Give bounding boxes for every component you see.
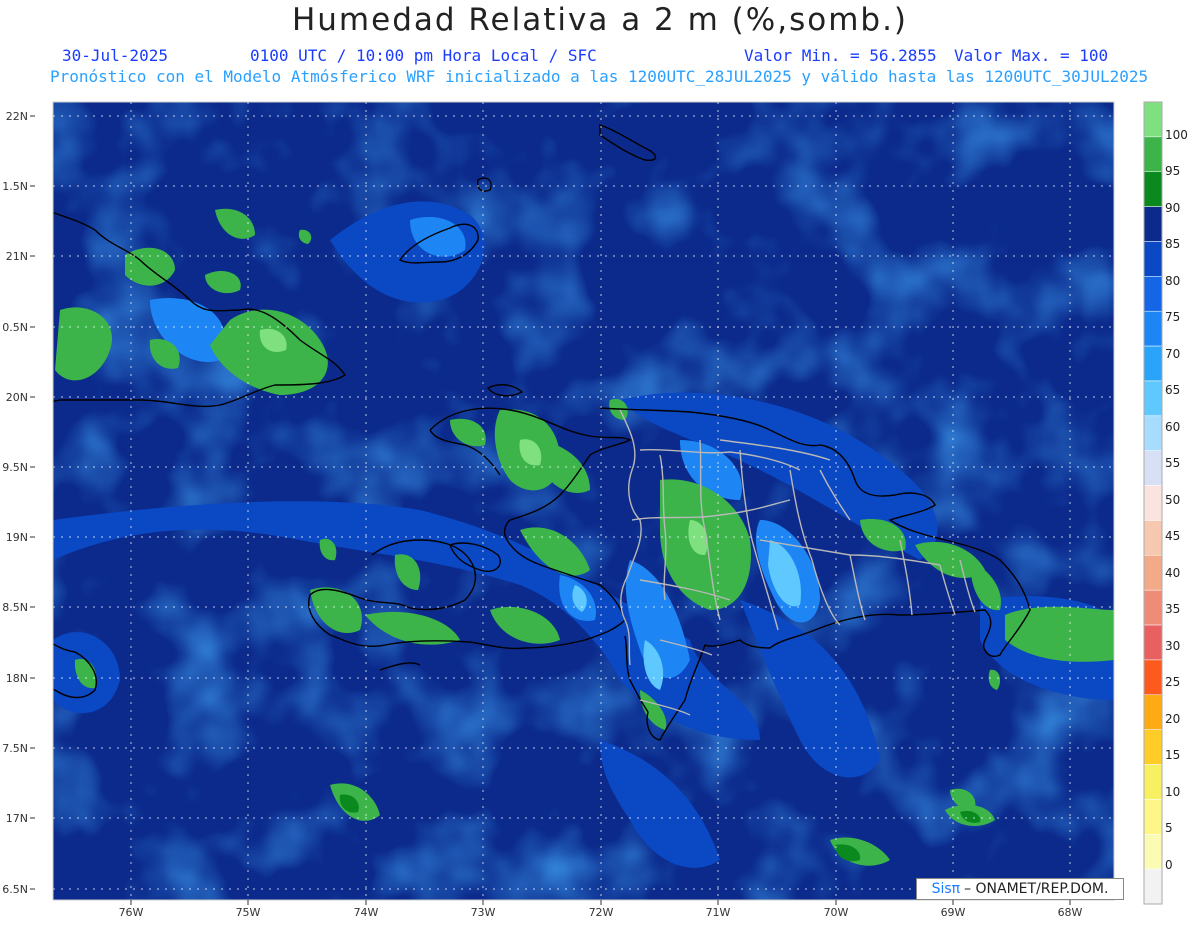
legend-label: 30 bbox=[1165, 639, 1180, 653]
lon-label: 68W bbox=[1058, 906, 1083, 919]
lat-label: 22N bbox=[6, 110, 28, 123]
lon-label: 76W bbox=[119, 906, 144, 919]
legend-swatch bbox=[1143, 764, 1163, 800]
lat-label: 6.5N bbox=[2, 883, 28, 896]
lon-label: 74W bbox=[354, 906, 379, 919]
color-legend bbox=[1143, 101, 1163, 905]
sispi-logo: Sisπ bbox=[931, 881, 961, 897]
legend-swatch bbox=[1143, 415, 1163, 451]
legend-label: 50 bbox=[1165, 493, 1180, 507]
legend-label: 100 bbox=[1165, 128, 1188, 142]
legend-swatch bbox=[1143, 101, 1163, 138]
legend-labels: 100 95 90 85 80 75 70 65 60 55 50 45 40 … bbox=[1165, 128, 1188, 872]
legend-label: 40 bbox=[1165, 566, 1180, 580]
lon-label: 70W bbox=[824, 906, 849, 919]
legend-swatch bbox=[1143, 171, 1163, 207]
legend-label: 25 bbox=[1165, 675, 1180, 689]
latitude-labels: 22N 1.5N 21N 0.5N 20N 9.5N 19N 8.5N 18N … bbox=[2, 110, 28, 896]
lon-label: 69W bbox=[941, 906, 966, 919]
lat-label: 20N bbox=[6, 391, 28, 404]
credit-text: – ONAMET/REP.DOM. bbox=[964, 881, 1109, 897]
legend-swatch bbox=[1143, 555, 1163, 591]
lat-label: 0.5N bbox=[2, 321, 28, 334]
lon-label: 73W bbox=[471, 906, 496, 919]
lat-label: 19N bbox=[6, 531, 28, 544]
legend-label: 85 bbox=[1165, 237, 1180, 251]
legend-swatch bbox=[1143, 485, 1163, 521]
legend-label: 10 bbox=[1165, 785, 1180, 799]
legend-label: 70 bbox=[1165, 347, 1180, 361]
legend-label: 5 bbox=[1165, 821, 1173, 835]
legend-label: 15 bbox=[1165, 748, 1180, 762]
legend-label: 35 bbox=[1165, 602, 1180, 616]
lat-label: 8.5N bbox=[2, 601, 28, 614]
lat-label: 7.5N bbox=[2, 742, 28, 755]
lat-label: 21N bbox=[6, 250, 28, 263]
legend-swatch bbox=[1143, 659, 1163, 696]
legend-label: 45 bbox=[1165, 529, 1180, 543]
legend-swatch bbox=[1143, 834, 1163, 870]
legend-swatch bbox=[1143, 868, 1163, 905]
legend-label: 60 bbox=[1165, 420, 1180, 434]
legend-swatch bbox=[1143, 520, 1163, 556]
legend-swatch bbox=[1143, 624, 1163, 661]
legend-label: 20 bbox=[1165, 712, 1180, 726]
legend-swatch bbox=[1143, 136, 1163, 172]
lon-label: 75W bbox=[236, 906, 261, 919]
lon-label: 71W bbox=[706, 906, 731, 919]
legend-swatch bbox=[1143, 694, 1163, 730]
lat-label: 17N bbox=[6, 812, 28, 825]
lat-label: 1.5N bbox=[2, 180, 28, 193]
legend-swatch bbox=[1143, 345, 1163, 382]
lon-label: 72W bbox=[589, 906, 614, 919]
legend-label: 0 bbox=[1165, 858, 1173, 872]
legend-label: 80 bbox=[1165, 274, 1180, 288]
legend-swatch bbox=[1143, 276, 1163, 312]
lat-label: 18N bbox=[6, 672, 28, 685]
legend-label: 90 bbox=[1165, 201, 1180, 215]
credit-box: Sisπ – ONAMET/REP.DOM. bbox=[916, 878, 1124, 900]
legend-swatch bbox=[1143, 729, 1163, 765]
plot-area bbox=[53, 102, 1114, 900]
longitude-labels: 76W 75W 74W 73W 72W 71W 70W 69W 68W bbox=[119, 906, 1083, 919]
legend-swatch bbox=[1143, 450, 1163, 486]
legend-swatch bbox=[1143, 589, 1163, 626]
humidity-texture bbox=[53, 102, 1114, 900]
relative-humidity-map: 22N 1.5N 21N 0.5N 20N 9.5N 19N 8.5N 18N … bbox=[2, 101, 1188, 919]
legend-label: 65 bbox=[1165, 383, 1180, 397]
legend-label: 75 bbox=[1165, 310, 1180, 324]
legend-swatch bbox=[1143, 310, 1163, 347]
legend-label: 55 bbox=[1165, 456, 1180, 470]
legend-label: 95 bbox=[1165, 164, 1180, 178]
legend-swatch bbox=[1143, 380, 1163, 417]
lat-label: 9.5N bbox=[2, 461, 28, 474]
legend-swatch bbox=[1143, 799, 1163, 835]
legend-swatch bbox=[1143, 206, 1163, 242]
legend-swatch bbox=[1143, 241, 1163, 277]
